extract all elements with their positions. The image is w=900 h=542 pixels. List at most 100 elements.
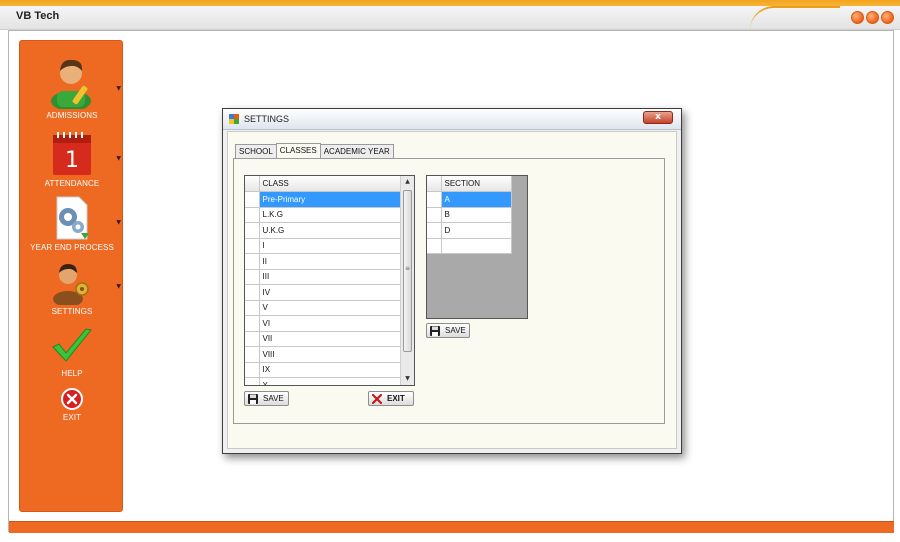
app-title: VB Tech	[16, 10, 60, 22]
chevron-down-icon: ▼	[116, 219, 121, 226]
settings-dialog: SETTINGS x SCHOOL CLASSES ACADEMIC YEAR …	[222, 108, 682, 454]
scrollbar-thumb[interactable]: ≡	[403, 190, 412, 352]
table-row[interactable]: U.K.G	[245, 222, 401, 239]
close-icon	[372, 393, 382, 404]
section-save-button[interactable]: SAVE	[426, 323, 470, 338]
table-row[interactable]: Pre-Primary	[245, 191, 401, 208]
row-header-cell	[245, 207, 260, 223]
class-cell[interactable]: U.K.G	[259, 222, 401, 239]
chevron-down-icon: ▼	[116, 155, 121, 162]
table-row[interactable]: A	[427, 191, 512, 208]
gear-document-icon	[56, 196, 89, 240]
row-header-cell	[245, 300, 260, 316]
table-row[interactable]: D	[427, 222, 512, 239]
grid-header-row: SECTION	[427, 176, 512, 192]
app-window: VB Tech ▼ ADMISSIONS 1 ▼ ATTENDANCE ▼ YE…	[0, 0, 900, 542]
checkmark-icon	[52, 328, 92, 362]
grip-icon: ≡	[405, 265, 411, 272]
settings-window-icon	[229, 114, 239, 124]
class-cell[interactable]: I	[259, 238, 401, 254]
row-header-cell	[245, 253, 260, 270]
section-save-label: SAVE	[445, 326, 466, 335]
class-cell[interactable]: VII	[259, 331, 401, 347]
section-grid[interactable]: SECTION A B D	[426, 175, 528, 319]
table-row[interactable]: IX	[245, 362, 401, 378]
sidebar-item-label: YEAR END PROCESS	[30, 243, 114, 252]
scroll-up-arrow-icon[interactable]: ▲	[401, 176, 414, 188]
exit-button[interactable]: EXIT	[368, 391, 414, 406]
sidebar-item-exit[interactable]: EXIT	[20, 387, 124, 422]
table-row[interactable]: X	[245, 377, 401, 385]
row-header-cell	[245, 238, 260, 254]
sidebar-item-label: EXIT	[62, 413, 82, 422]
tab-academic-year[interactable]: ACADEMIC YEAR	[319, 144, 394, 158]
sidebar: ▼ ADMISSIONS 1 ▼ ATTENDANCE ▼ YEAR END P…	[19, 40, 123, 512]
user-settings-icon	[53, 264, 89, 305]
sidebar-item-admissions[interactable]: ▼ ADMISSIONS	[20, 55, 124, 120]
class-cell[interactable]: X	[259, 377, 401, 385]
settings-tabs: SCHOOL CLASSES ACADEMIC YEAR	[235, 143, 394, 159]
row-header-cell	[245, 269, 260, 285]
table-row[interactable]: B	[427, 207, 512, 223]
class-grid[interactable]: CLASS Pre-Primary L.K.G U.K.G I II III I…	[244, 175, 415, 386]
class-cell[interactable]: Pre-Primary	[259, 191, 401, 208]
table-row[interactable]: VII	[245, 331, 401, 347]
dialog-close-button[interactable]: x	[643, 111, 673, 124]
tab-classes[interactable]: CLASSES	[275, 143, 321, 158]
section-column-header[interactable]: SECTION	[441, 176, 512, 192]
sidebar-item-label: ADMISSIONS	[46, 111, 98, 120]
section-new-row-cell[interactable]	[441, 238, 512, 254]
row-header-cell	[427, 222, 442, 239]
row-header-cell	[245, 176, 260, 192]
row-header-cell	[427, 191, 442, 208]
sidebar-item-settings[interactable]: ▼ SETTINGS	[20, 259, 124, 316]
row-header-cell	[245, 191, 260, 208]
class-save-button[interactable]: SAVE	[244, 391, 289, 406]
sidebar-item-help[interactable]: HELP	[20, 327, 124, 378]
row-header-cell	[245, 222, 260, 239]
class-cell[interactable]: III	[259, 269, 401, 285]
class-cell[interactable]: VI	[259, 315, 401, 332]
window-controls	[851, 11, 894, 24]
class-cell[interactable]: IX	[259, 362, 401, 378]
class-column-header[interactable]: CLASS	[259, 176, 401, 192]
calendar-icon: 1	[53, 132, 91, 175]
row-header-cell	[427, 238, 442, 254]
table-row[interactable]: VIII	[245, 346, 401, 363]
sidebar-item-label: SETTINGS	[51, 307, 93, 316]
scroll-down-arrow-icon[interactable]: ▼	[401, 373, 414, 385]
title-bar: VB Tech	[0, 6, 900, 30]
class-cell[interactable]: IV	[259, 284, 401, 301]
maximize-button[interactable]	[866, 11, 879, 24]
sidebar-item-label: HELP	[61, 369, 83, 378]
section-cell[interactable]: B	[441, 207, 512, 223]
bottom-status-bar	[9, 521, 894, 533]
close-window-button[interactable]	[881, 11, 894, 24]
row-header-cell	[245, 377, 260, 385]
table-row[interactable]: VI	[245, 315, 401, 332]
class-cell[interactable]: V	[259, 300, 401, 316]
row-header-cell	[245, 315, 260, 332]
minimize-button[interactable]	[851, 11, 864, 24]
table-row[interactable]	[427, 238, 512, 254]
section-cell[interactable]: A	[441, 191, 512, 208]
class-cell[interactable]: L.K.G	[259, 207, 401, 223]
table-row[interactable]: III	[245, 269, 401, 285]
table-row[interactable]: IV	[245, 284, 401, 301]
section-cell[interactable]: D	[441, 222, 512, 239]
floppy-disk-icon	[430, 325, 440, 336]
table-row[interactable]: II	[245, 253, 401, 270]
row-header-cell	[245, 346, 260, 363]
tab-school[interactable]: SCHOOL	[235, 144, 277, 158]
sidebar-item-attendance[interactable]: 1 ▼ ATTENDANCE	[20, 131, 124, 188]
class-grid-scrollbar[interactable]: ▲ ≡ ▼	[400, 176, 414, 385]
table-row[interactable]: V	[245, 300, 401, 316]
class-cell[interactable]: VIII	[259, 346, 401, 363]
row-header-cell	[245, 331, 260, 347]
chevron-down-icon: ▼	[116, 85, 121, 92]
class-cell[interactable]: II	[259, 253, 401, 270]
table-row[interactable]: I	[245, 238, 401, 254]
sidebar-item-year-end-process[interactable]: ▼ YEAR END PROCESS	[20, 195, 124, 252]
table-row[interactable]: L.K.G	[245, 207, 401, 223]
row-header-cell	[245, 362, 260, 378]
